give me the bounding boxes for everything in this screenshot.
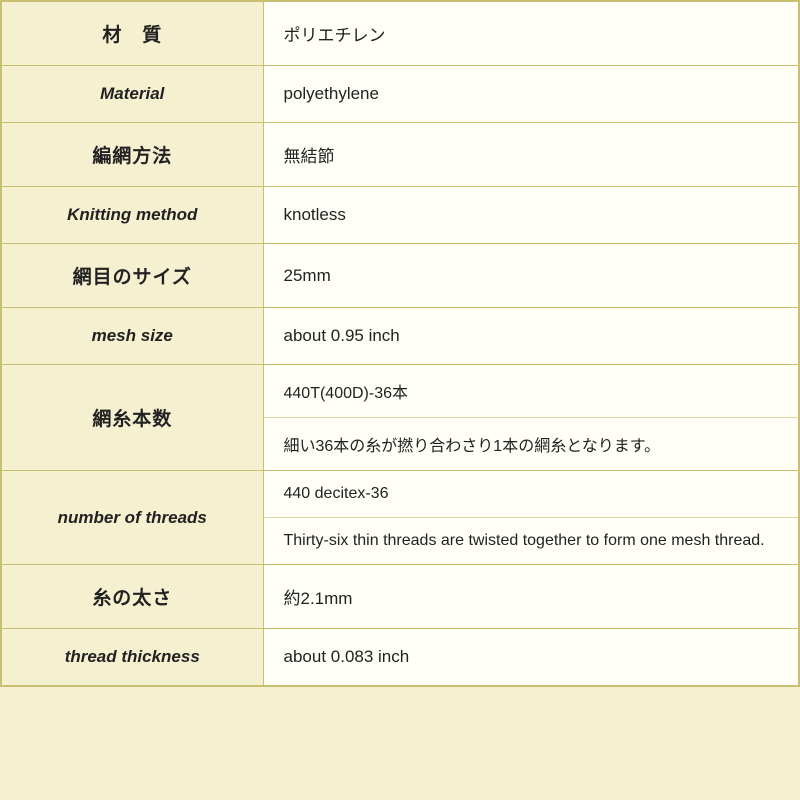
label-cell: 編網方法: [1, 123, 263, 187]
table-row: 網糸本数440T(400D)-36本細い36本の糸が撚り合わさり1本の網糸となり…: [1, 365, 799, 471]
table-row: number of threads440 decitex-36Thirty-si…: [1, 471, 799, 565]
value-cell: 25mm: [263, 244, 799, 308]
value-cell: knotless: [263, 187, 799, 244]
table-row: 編網方法無結節: [1, 123, 799, 187]
value-sub-row: 440 decitex-36: [264, 471, 799, 518]
value-cell: 約2.1mm: [263, 565, 799, 629]
table-row: 網目のサイズ25mm: [1, 244, 799, 308]
label-cell: Knitting method: [1, 187, 263, 244]
table-row: Knitting methodknotless: [1, 187, 799, 244]
value-cell: ポリエチレン: [263, 1, 799, 66]
value-sub-row: Thirty-six thin threads are twisted toge…: [264, 518, 799, 564]
label-cell: 材 質: [1, 1, 263, 66]
table-row: thread thicknessabout 0.083 inch: [1, 629, 799, 687]
value-cell: about 0.95 inch: [263, 308, 799, 365]
label-cell: number of threads: [1, 471, 263, 565]
label-cell: 網糸本数: [1, 365, 263, 471]
label-cell: thread thickness: [1, 629, 263, 687]
label-cell: 糸の太さ: [1, 565, 263, 629]
label-cell: mesh size: [1, 308, 263, 365]
value-cell: 無結節: [263, 123, 799, 187]
value-cell: 440 decitex-36Thirty-six thin threads ar…: [263, 471, 799, 565]
table-row: mesh sizeabout 0.95 inch: [1, 308, 799, 365]
table-row: Materialpolyethylene: [1, 66, 799, 123]
table-row: 材 質ポリエチレン: [1, 1, 799, 66]
value-sub-row: 細い36本の糸が撚り合わさり1本の網糸となります。: [264, 418, 799, 470]
product-info-table: 材 質ポリエチレンMaterialpolyethylene編網方法無結節Knit…: [0, 0, 800, 687]
value-sub-row: 440T(400D)-36本: [264, 365, 799, 418]
value-cell: polyethylene: [263, 66, 799, 123]
table-row: 糸の太さ約2.1mm: [1, 565, 799, 629]
label-cell: Material: [1, 66, 263, 123]
label-cell: 網目のサイズ: [1, 244, 263, 308]
value-cell: 440T(400D)-36本細い36本の糸が撚り合わさり1本の網糸となります。: [263, 365, 799, 471]
value-cell: about 0.083 inch: [263, 629, 799, 687]
